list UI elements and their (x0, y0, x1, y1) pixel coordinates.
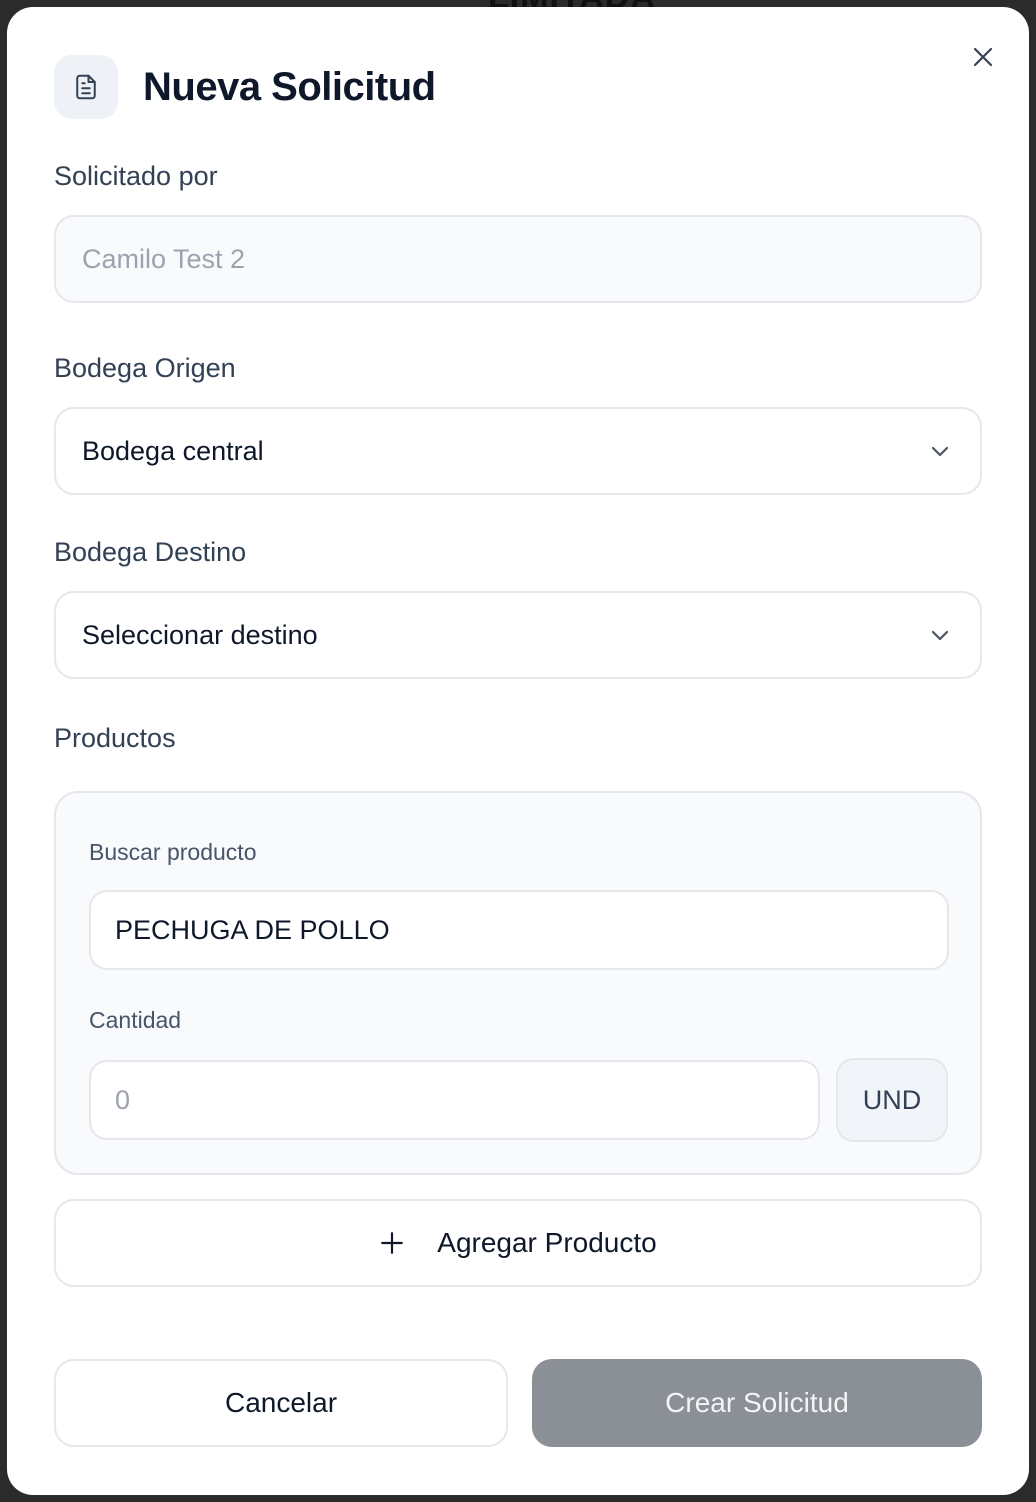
chevron-down-icon (931, 630, 949, 641)
search-product-input[interactable]: PECHUGA DE POLLO (89, 890, 949, 970)
requested-by-value: Camilo Test 2 (82, 243, 246, 274)
quantity-label: Cantidad (89, 1007, 182, 1033)
dialog-title: Nueva Solicitud (143, 65, 436, 109)
quantity-input[interactable]: 0 (89, 1060, 820, 1140)
unit-badge: UND (836, 1058, 948, 1142)
close-button[interactable] (965, 39, 1001, 75)
origin-warehouse-select[interactable]: Bodega central (54, 407, 982, 495)
plus-icon (381, 1232, 404, 1254)
origin-warehouse-value: Bodega central (82, 435, 264, 466)
requested-by-label: Solicitado por (54, 161, 218, 191)
new-request-dialog: Nueva Solicitud Solicitado por Camilo Te… (7, 7, 1029, 1495)
cancel-button[interactable]: Cancelar (54, 1359, 508, 1447)
quantity-placeholder: 0 (115, 1084, 131, 1115)
file-text-icon (54, 55, 118, 119)
search-product-value: PECHUGA DE POLLO (115, 914, 390, 945)
destination-warehouse-label: Bodega Destino (54, 537, 247, 567)
add-product-button[interactable]: Agregar Producto (54, 1199, 982, 1287)
requested-by-field: Camilo Test 2 (54, 215, 982, 303)
products-label: Productos (54, 723, 176, 753)
add-product-label: Agregar Producto (437, 1227, 657, 1258)
product-entry-card: Buscar producto PECHUGA DE POLLO Cantida… (54, 791, 982, 1175)
close-icon (973, 47, 993, 67)
chevron-down-icon (931, 446, 949, 457)
destination-warehouse-select[interactable]: Seleccionar destino (54, 591, 982, 679)
origin-warehouse-label: Bodega Origen (54, 353, 236, 383)
create-request-button[interactable]: Crear Solicitud (532, 1359, 982, 1447)
search-product-label: Buscar producto (89, 839, 257, 865)
destination-warehouse-value: Seleccionar destino (82, 619, 318, 650)
